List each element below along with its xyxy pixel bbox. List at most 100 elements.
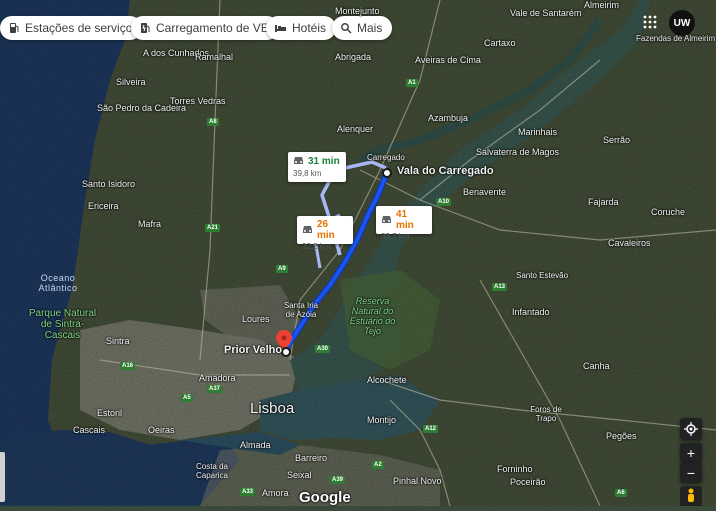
route-time: 41 min xyxy=(396,209,414,231)
town-label: Aveiras de Cima xyxy=(415,55,481,65)
road-shield: A5 xyxy=(181,394,193,402)
chip-label: Hotéis xyxy=(292,21,327,35)
town-label: Oeiras xyxy=(148,425,175,435)
route-time: 26 min xyxy=(317,219,335,241)
chip-label: Mais xyxy=(357,21,383,35)
destination-marker-icon xyxy=(382,168,392,178)
my-location-button[interactable] xyxy=(680,418,702,440)
chip-hotels[interactable]: Hotéis xyxy=(266,16,337,40)
town-label: Fazendas de Almeirim xyxy=(636,34,716,43)
chip-fuel-stations[interactable]: Estações de serviço xyxy=(0,16,143,40)
town-label: São Pedro da Cadeira xyxy=(97,103,187,113)
town-label: Ericeira xyxy=(88,201,119,211)
car-icon xyxy=(293,155,304,168)
road-shield: A10 xyxy=(436,198,452,206)
town-label: Serrão xyxy=(603,135,631,145)
road-shield: A12 xyxy=(423,425,439,433)
zoom-out-button[interactable]: − xyxy=(680,463,702,483)
road-shield: A2 xyxy=(372,461,384,469)
chip-ev-charging[interactable]: Carregamento de VE xyxy=(131,16,279,40)
car-icon xyxy=(302,224,313,237)
road-shield: A8 xyxy=(207,118,219,126)
route-card-alt1[interactable]: 31 min 39,8 km xyxy=(288,152,346,182)
reserve-label: Reserva Natural do Estuário do Tejo xyxy=(349,296,396,336)
town-label: Canha xyxy=(583,361,610,371)
town-label: Santo Estevão xyxy=(516,271,569,280)
town-label: Ramalhal xyxy=(195,52,234,62)
town-label: Marinhais xyxy=(518,127,558,137)
destination-label: Vala do Carregado xyxy=(397,165,494,177)
town-label: Infantado xyxy=(512,307,550,317)
town-label: Montijo xyxy=(367,415,397,425)
road-shield: A13 xyxy=(492,283,508,291)
road-shield: A1 xyxy=(406,79,418,87)
town-label: Loures xyxy=(242,314,270,324)
town-label: Carregado xyxy=(367,153,405,162)
town-label: Vale de Santarém xyxy=(510,8,582,18)
town-label: Amora xyxy=(262,488,289,498)
route-card-alt2[interactable]: 41 min 33,7 km xyxy=(376,206,432,241)
road-shield: A37 xyxy=(207,385,223,393)
route-distance: 32,2 km xyxy=(302,242,331,251)
ev-charger-icon xyxy=(141,23,150,33)
town-label: Fajarda xyxy=(588,197,619,207)
town-label: Cascais xyxy=(73,425,106,435)
google-watermark: Google xyxy=(299,489,351,506)
road-shield: A33 xyxy=(240,488,256,496)
town-label: Foros de Trapo xyxy=(530,405,562,423)
town-label: Sintra xyxy=(106,336,130,346)
town-label: Santa Iria de Azóia xyxy=(283,301,319,319)
town-label: Alcochete xyxy=(367,375,407,385)
town-label: Azambuja xyxy=(428,113,469,123)
town-label: Alenquer xyxy=(337,124,374,134)
city-label-lisboa: Lisboa xyxy=(250,400,295,417)
route-distance: 39,8 km xyxy=(293,169,322,178)
street-view-button[interactable] xyxy=(680,486,702,506)
town-label: Montejunto xyxy=(335,6,380,16)
town-label: Poceirão xyxy=(510,477,546,487)
chip-label: Carregamento de VE xyxy=(156,21,269,35)
town-label: Cavaleiros xyxy=(608,238,651,248)
town-label: Pinhal Novo xyxy=(393,476,442,486)
town-label: Barreiro xyxy=(295,453,328,463)
origin-marker-icon xyxy=(281,347,291,357)
chip-more[interactable]: Mais xyxy=(332,16,393,40)
apps-grid-icon[interactable] xyxy=(643,15,657,29)
chip-label: Estações de serviço xyxy=(25,21,133,35)
town-label: Almeirim xyxy=(584,0,619,10)
fuel-icon xyxy=(10,23,19,33)
town-label: Silveira xyxy=(116,77,146,87)
route-distance: 33,7 km xyxy=(381,232,410,241)
avatar[interactable]: UW xyxy=(669,10,695,36)
town-label: Forninho xyxy=(497,464,533,474)
town-label: Estoril xyxy=(97,408,123,418)
layers-button[interactable] xyxy=(0,452,5,502)
road-shield: A9 xyxy=(276,265,288,273)
town-label: Mafra xyxy=(138,219,162,229)
ocean-label: Oceano Atlântico xyxy=(38,273,78,293)
road-shield: A6 xyxy=(615,489,627,497)
pegman-icon xyxy=(688,488,694,502)
town-label: Costa da Caparica xyxy=(195,462,229,480)
town-label: Almada xyxy=(240,440,271,450)
park-label: Parque Natural de Sintra-Cascais xyxy=(28,308,97,341)
route-time: 31 min xyxy=(308,156,340,167)
road-shield: A39 xyxy=(330,476,346,484)
town-label: Abrigada xyxy=(335,52,372,62)
origin-label: Prior Velho xyxy=(224,344,283,356)
bed-icon xyxy=(275,25,286,32)
crosshair-icon xyxy=(684,422,698,436)
route-card-best[interactable]: 26 min 32,2 km xyxy=(297,216,353,251)
town-label: Cartaxo xyxy=(484,38,516,48)
town-label: Salvaterra de Magos xyxy=(476,147,560,157)
town-label: Benavente xyxy=(463,187,507,197)
search-icon xyxy=(341,23,352,34)
road-shield: A30 xyxy=(315,345,331,353)
town-label: Santo Isidoro xyxy=(82,179,136,189)
town-label: Seixal xyxy=(287,470,312,480)
car-icon xyxy=(381,214,392,227)
road-shield: A21 xyxy=(205,224,221,232)
zoom-in-button[interactable]: + xyxy=(680,443,702,463)
town-label: Amadora xyxy=(199,373,236,383)
town-label: Coruche xyxy=(651,207,686,217)
